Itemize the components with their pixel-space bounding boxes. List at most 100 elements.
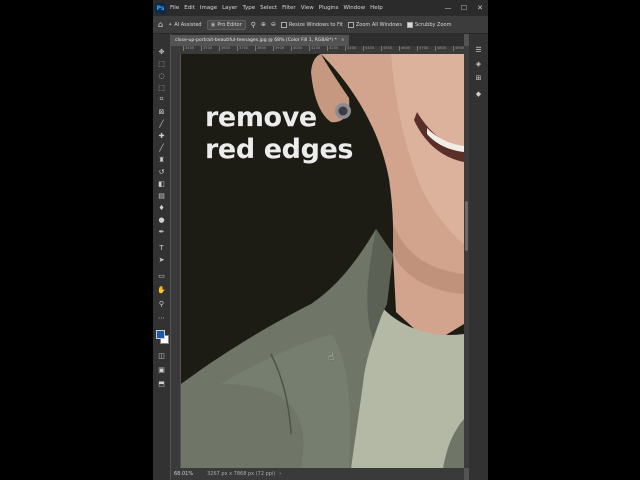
ruler-label: 4200 — [327, 46, 339, 51]
blur-icon[interactable]: ♦ — [155, 202, 168, 213]
caption-line-2: red edges — [205, 134, 354, 165]
dodge-icon[interactable]: ● — [155, 214, 168, 225]
menu-select[interactable]: Select — [260, 5, 277, 11]
ruler-label: 3400 — [183, 46, 195, 51]
sparkle-icon: ✦ — [168, 21, 173, 28]
layers-icon[interactable]: ◆ — [473, 88, 484, 99]
quick-mask-icon[interactable]: ◫ — [155, 350, 168, 361]
document-tab-title: close-up-portrait-beautiful-teenages.jpg… — [175, 38, 337, 43]
ruler-top: 3400 3500 3600 3700 3800 3900 4000 4100 … — [181, 46, 464, 54]
document-canvas[interactable]: remove red edges ☝ — [181, 54, 464, 468]
ai-assisted-toggle[interactable]: ✦ AI Assisted — [168, 22, 202, 28]
menu-edit[interactable]: Edit — [184, 5, 195, 11]
ruler-label: 3500 — [201, 46, 213, 51]
menu-help[interactable]: Help — [370, 5, 383, 11]
eyedropper-icon[interactable]: ╱ — [155, 118, 168, 129]
hand-cursor-icon: ☝ — [328, 352, 335, 363]
more-icon[interactable]: ⋯ — [155, 312, 168, 323]
ruler-label: 3800 — [255, 46, 267, 51]
zoom-level[interactable]: 68.01% — [174, 471, 193, 477]
scrubby-zoom-checkbox[interactable]: Scrubby Zoom — [407, 21, 452, 28]
eraser-icon[interactable]: ◧ — [155, 178, 168, 189]
properties-icon[interactable]: ⊞ — [473, 72, 484, 83]
ruler-label: 4000 — [291, 46, 303, 51]
close-tab-icon[interactable]: × — [341, 38, 345, 43]
menu-view[interactable]: View — [301, 5, 314, 11]
healing-icon[interactable]: ✚ — [155, 130, 168, 141]
zoom-all-checkbox[interactable]: Zoom All Windows — [347, 21, 402, 28]
crop-icon[interactable]: ⌗ — [155, 94, 168, 105]
zoom-all-check — [347, 21, 354, 28]
zoom-out-icon[interactable]: ⊖ — [271, 21, 276, 28]
photoshop-logo: Ps — [155, 2, 166, 14]
artboard-icon[interactable]: ⬒ — [155, 378, 168, 389]
ruler-corner — [171, 46, 181, 54]
resize-windows-label: Resize Windows to Fit — [288, 21, 343, 28]
ruler-label: 4600 — [399, 46, 411, 51]
libraries-icon[interactable]: ◈ — [473, 58, 484, 69]
lasso-icon[interactable]: ◌ — [155, 70, 168, 81]
ruler-label: 3700 — [237, 46, 249, 51]
ruler-label: 4900 — [453, 46, 464, 51]
menu-layer[interactable]: Layer — [222, 5, 237, 11]
document-tab-bar: close-up-portrait-beautiful-teenages.jpg… — [171, 34, 464, 46]
menu-bar: Ps File Edit Image Layer Type Select Fil… — [153, 0, 488, 16]
close-button[interactable]: ✕ — [472, 4, 488, 12]
zoom-tool-icon[interactable]: ⚲ — [251, 21, 256, 29]
zoom-icon[interactable]: ⚲ — [155, 298, 168, 309]
document-info[interactable]: 3267 px x 7868 px (72 ppi) — [207, 471, 275, 477]
status-bar: 68.01% 3267 px x 7868 px (72 ppi) › — [171, 468, 464, 480]
resize-windows-checkbox[interactable]: Resize Windows to Fit — [280, 21, 343, 28]
brush-icon[interactable]: ╱ — [155, 142, 168, 153]
ruler-label: 3600 — [219, 46, 231, 51]
caption-line-1: remove — [205, 102, 317, 133]
menu-file[interactable]: File — [170, 5, 179, 11]
menu-window[interactable]: Window — [343, 5, 365, 11]
ruler-label: 4100 — [309, 46, 321, 51]
ruler-label: 4800 — [435, 46, 447, 51]
frame-icon[interactable]: ⊠ — [155, 106, 168, 117]
ruler-label: 4700 — [417, 46, 429, 51]
editor-icon: ▣ — [210, 21, 216, 28]
photoshop-window: Ps File Edit Image Layer Type Select Fil… — [153, 0, 488, 480]
scrubby-zoom-label: Scrubby Zoom — [415, 21, 452, 28]
adjustments-icon[interactable]: ☰ — [473, 44, 484, 55]
document-tab[interactable]: close-up-portrait-beautiful-teenages.jpg… — [171, 35, 349, 46]
scrollbar-thumb[interactable] — [465, 201, 468, 251]
type-icon[interactable]: T — [155, 242, 168, 253]
minimize-button[interactable]: — — [440, 4, 456, 12]
overlay-caption: remove red edges — [205, 102, 354, 166]
ruler-left — [171, 54, 180, 468]
hand-icon[interactable]: ✋ — [155, 284, 168, 295]
ruler-label: 4500 — [381, 46, 393, 51]
home-icon[interactable]: ⌂ — [158, 20, 163, 29]
scrubby-zoom-check — [407, 21, 413, 28]
path-select-icon[interactable]: ➤ — [155, 254, 168, 265]
maximize-button[interactable]: ☐ — [456, 4, 472, 12]
ai-assisted-label: AI Assisted — [174, 21, 202, 28]
pro-editor-label: Pro Editor — [217, 21, 242, 28]
gradient-icon[interactable]: ▤ — [155, 190, 168, 201]
menu-type[interactable]: Type — [242, 5, 255, 11]
window-controls: — ☐ ✕ — [440, 4, 488, 12]
rectangle-icon[interactable]: ▭ — [155, 270, 168, 281]
ruler-label: 4300 — [345, 46, 357, 51]
pen-icon[interactable]: ✒ — [155, 226, 168, 237]
menu-filter[interactable]: Filter — [282, 5, 296, 11]
color-swatches[interactable] — [156, 330, 169, 344]
stamp-icon[interactable]: ♜ — [155, 154, 168, 165]
zoom-in-icon[interactable]: ⊕ — [261, 21, 266, 28]
move-icon[interactable]: ✥ — [155, 46, 168, 57]
menu-plugins[interactable]: Plugins — [319, 5, 339, 11]
menu-image[interactable]: Image — [200, 5, 217, 11]
marquee-icon[interactable]: ⬚ — [155, 58, 168, 69]
ruler-label: 4400 — [363, 46, 375, 51]
options-bar: ⌂ ✦ AI Assisted ▣ Pro Editor ⚲ ⊕ ⊖ Resiz… — [153, 16, 488, 34]
object-select-icon[interactable]: ⬚ — [155, 82, 168, 93]
history-brush-icon[interactable]: ↺ — [155, 166, 168, 177]
pro-editor-button[interactable]: ▣ Pro Editor — [206, 19, 246, 30]
resize-windows-check — [280, 21, 287, 28]
foreground-color-swatch[interactable] — [156, 330, 165, 339]
screen-mode-icon[interactable]: ▣ — [155, 364, 168, 375]
status-arrow-icon[interactable]: › — [279, 471, 281, 477]
